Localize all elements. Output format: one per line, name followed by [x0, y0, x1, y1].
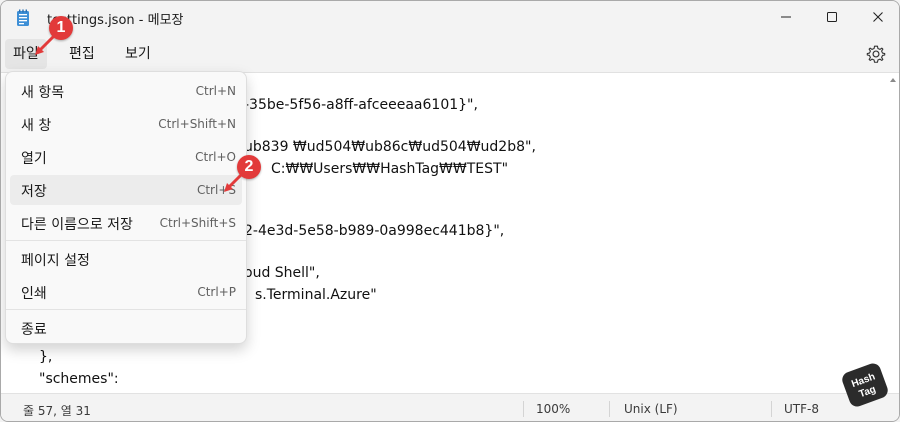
minimize-icon: [781, 16, 791, 18]
menu-item-save[interactable]: 저장 Ctrl+S: [10, 175, 242, 205]
menu-item-new-window[interactable]: 새 창 Ctrl+Shift+N: [10, 109, 242, 139]
menu-separator: [6, 240, 246, 241]
menu-separator: [6, 309, 246, 310]
shortcut-label: Ctrl+O: [195, 150, 236, 164]
encoding: UTF-8: [784, 402, 819, 416]
line-ending: Unix (LF): [624, 402, 678, 416]
menu-item-exit[interactable]: 종료: [10, 313, 242, 343]
menu-item-new[interactable]: 새 항목 Ctrl+N: [10, 76, 242, 106]
menu-item-page-setup[interactable]: 페이지 설정: [10, 244, 242, 274]
status-bar: 줄 57, 열 31 100% Unix (LF) UTF-8: [1, 393, 899, 421]
menu-item-save-as[interactable]: 다른 이름으로 저장 Ctrl+Shift+S: [10, 208, 242, 238]
shortcut-label: Ctrl+P: [197, 285, 236, 299]
menu-item-label: 새 항목: [21, 85, 65, 101]
editor-line: "schemes":: [39, 371, 119, 387]
cursor-position: 줄 57, 열 31: [23, 404, 91, 418]
menu-item-label: 저장: [21, 184, 47, 200]
editor-line: },: [39, 349, 53, 365]
scroll-up-icon[interactable]: [888, 75, 898, 85]
menu-item-print[interactable]: 인쇄 Ctrl+P: [10, 277, 242, 307]
editor-line: s.Terminal.Azure": [255, 287, 377, 303]
menu-item-open[interactable]: 열기 Ctrl+O: [10, 142, 242, 172]
callout-arrow-2: [224, 173, 243, 192]
callout-arrow-1: [35, 35, 55, 55]
notepad-window: testtings.json - 메모장 파일 편집 보기 -35be-5f56…: [0, 0, 900, 422]
menu-item-label: 페이지 설정: [21, 253, 90, 269]
file-menu-dropdown: 새 항목 Ctrl+N 새 창 Ctrl+Shift+N 열기 Ctrl+O 저…: [5, 71, 247, 344]
editor-line: -35be-5f56-a8ff-afceeeaa6101}",: [244, 97, 478, 113]
status-divider: [771, 401, 772, 417]
gear-icon[interactable]: [865, 43, 887, 65]
shortcut-label: Ctrl+Shift+S: [159, 216, 236, 230]
menu-edit[interactable]: 편집: [61, 39, 103, 69]
close-icon: [873, 12, 883, 22]
menu-item-label: 열기: [21, 151, 47, 167]
close-button[interactable]: [855, 1, 899, 33]
title-bar: testtings.json - 메모장: [1, 1, 899, 35]
maximize-button[interactable]: [809, 1, 855, 33]
maximize-icon: [827, 12, 837, 22]
menu-item-label: 종료: [21, 322, 47, 338]
hashtag-logo: Hash Tag: [842, 363, 888, 407]
shortcut-label: Ctrl+N: [195, 84, 236, 98]
shortcut-label: Ctrl+Shift+N: [158, 117, 236, 131]
vertical-scrollbar[interactable]: [888, 73, 898, 391]
menu-view[interactable]: 보기: [117, 39, 159, 69]
menu-item-label: 다른 이름으로 저장: [21, 217, 133, 233]
editor-line: C:₩₩Users₩₩HashTag₩₩TEST": [271, 161, 509, 177]
editor-line: 2-4e3d-5e58-b989-0a998ec441b8}",: [244, 223, 505, 239]
status-divider: [609, 401, 610, 417]
status-divider: [523, 401, 524, 417]
menu-item-label: 새 창: [21, 118, 52, 134]
menu-bar: 파일 편집 보기: [1, 35, 899, 71]
editor-line: oud Shell",: [244, 265, 320, 281]
editor-line: ub839 ₩ud504₩ub86c₩ud504₩ud2b8",: [244, 139, 536, 155]
menu-item-label: 인쇄: [21, 286, 47, 302]
zoom-level: 100%: [536, 402, 571, 416]
minimize-button[interactable]: [763, 1, 809, 33]
notepad-icon: [17, 9, 29, 26]
